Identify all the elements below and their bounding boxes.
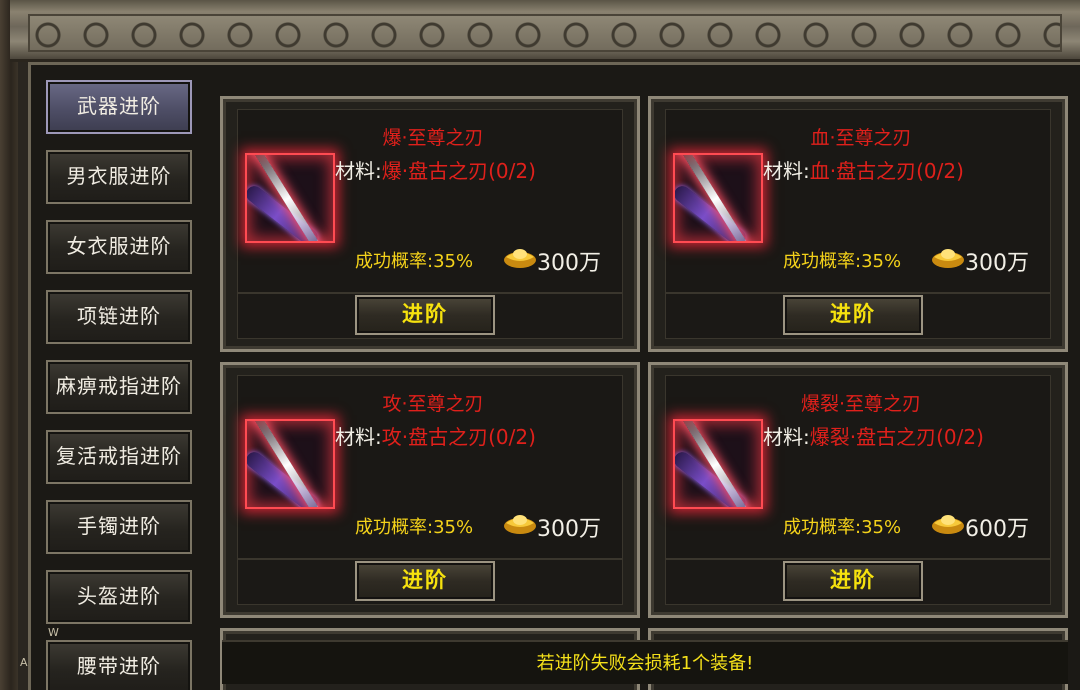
upgrade-card: 爆裂·至尊之刃 材料:爆裂·盘古之刃(0/2) 成功概率:35% 600万 进阶 bbox=[648, 362, 1068, 618]
material-value: 攻·盘古之刃(0/2) bbox=[381, 425, 536, 449]
advance-button[interactable]: 进阶 bbox=[783, 295, 923, 335]
gold-ingot-icon bbox=[932, 249, 964, 268]
success-rate: 成功概率:35% bbox=[355, 251, 474, 272]
tab-weapon[interactable]: 武器进阶 bbox=[46, 80, 192, 134]
gold-ingot-icon bbox=[932, 515, 964, 534]
price-value: 600万 bbox=[965, 517, 1029, 542]
item-title: 血·至尊之刃 bbox=[810, 127, 912, 149]
material-label: 材料: bbox=[335, 425, 382, 449]
success-rate: 成功概率:35% bbox=[355, 517, 474, 538]
tab-bracelet[interactable]: 手镯进阶 bbox=[46, 500, 192, 554]
tab-helmet[interactable]: 头盔进阶 bbox=[46, 570, 192, 624]
cloud-pattern-strip bbox=[28, 14, 1062, 52]
material-requirement: 材料:血·盘古之刃(0/2) bbox=[763, 155, 964, 184]
material-label: 材料: bbox=[763, 159, 810, 183]
upgrade-card: 攻·至尊之刃 材料:攻·盘古之刃(0/2) 成功概率:35% 300万 进阶 bbox=[220, 362, 640, 618]
upgrade-card: 爆·至尊之刃 材料:爆·盘古之刃(0/2) 成功概率:35% 300万 进阶 bbox=[220, 96, 640, 352]
material-requirement: 材料:攻·盘古之刃(0/2) bbox=[335, 421, 536, 450]
price-value: 300万 bbox=[537, 251, 601, 276]
item-title: 攻·至尊之刃 bbox=[382, 393, 484, 415]
tab-necklace[interactable]: 项链进阶 bbox=[46, 290, 192, 344]
material-label: 材料: bbox=[335, 159, 382, 183]
material-value: 爆·盘古之刃(0/2) bbox=[381, 159, 536, 183]
price-value: 300万 bbox=[965, 251, 1029, 276]
failure-warning: 若进阶失败会损耗1个装备! bbox=[222, 640, 1068, 684]
gold-ingot-icon bbox=[504, 249, 536, 268]
upgrade-grid: 爆·至尊之刃 材料:爆·盘古之刃(0/2) 成功概率:35% 300万 进阶 血… bbox=[214, 90, 1080, 690]
top-ornament-border bbox=[10, 0, 1080, 62]
blade-item-icon[interactable] bbox=[245, 419, 335, 509]
tab-paralysis-ring[interactable]: 麻痹戒指进阶 bbox=[46, 360, 192, 414]
item-title: 爆裂·至尊之刃 bbox=[800, 393, 922, 415]
material-requirement: 材料:爆裂·盘古之刃(0/2) bbox=[763, 421, 984, 450]
upgrade-card: 血·至尊之刃 材料:血·盘古之刃(0/2) 成功概率:35% 300万 进阶 bbox=[648, 96, 1068, 352]
material-label: 材料: bbox=[763, 425, 810, 449]
material-value: 爆裂·盘古之刃(0/2) bbox=[809, 425, 984, 449]
game-window: 武器进阶 男衣服进阶 女衣服进阶 项链进阶 麻痹戒指进阶 复活戒指进阶 手镯进阶… bbox=[0, 0, 1080, 690]
price-value: 300万 bbox=[537, 517, 601, 542]
advance-button[interactable]: 进阶 bbox=[355, 295, 495, 335]
blade-item-icon[interactable] bbox=[673, 153, 763, 243]
item-title: 爆·至尊之刃 bbox=[382, 127, 484, 149]
success-rate: 成功概率:35% bbox=[783, 251, 902, 272]
edge-mark-w: W bbox=[48, 626, 59, 639]
tab-female-clothes[interactable]: 女衣服进阶 bbox=[46, 220, 192, 274]
tab-revive-ring[interactable]: 复活戒指进阶 bbox=[46, 430, 192, 484]
advance-button[interactable]: 进阶 bbox=[783, 561, 923, 601]
left-edge bbox=[0, 0, 18, 690]
tab-belt[interactable]: 腰带进阶 bbox=[46, 640, 192, 690]
tab-male-clothes[interactable]: 男衣服进阶 bbox=[46, 150, 192, 204]
success-rate: 成功概率:35% bbox=[783, 517, 902, 538]
category-sidebar: 武器进阶 男衣服进阶 女衣服进阶 项链进阶 麻痹戒指进阶 复活戒指进阶 手镯进阶… bbox=[36, 70, 206, 690]
material-value: 血·盘古之刃(0/2) bbox=[809, 159, 964, 183]
material-requirement: 材料:爆·盘古之刃(0/2) bbox=[335, 155, 536, 184]
blade-item-icon[interactable] bbox=[673, 419, 763, 509]
advance-button[interactable]: 进阶 bbox=[355, 561, 495, 601]
gold-ingot-icon bbox=[504, 515, 536, 534]
blade-item-icon[interactable] bbox=[245, 153, 335, 243]
edge-mark-a: A bbox=[20, 656, 28, 669]
